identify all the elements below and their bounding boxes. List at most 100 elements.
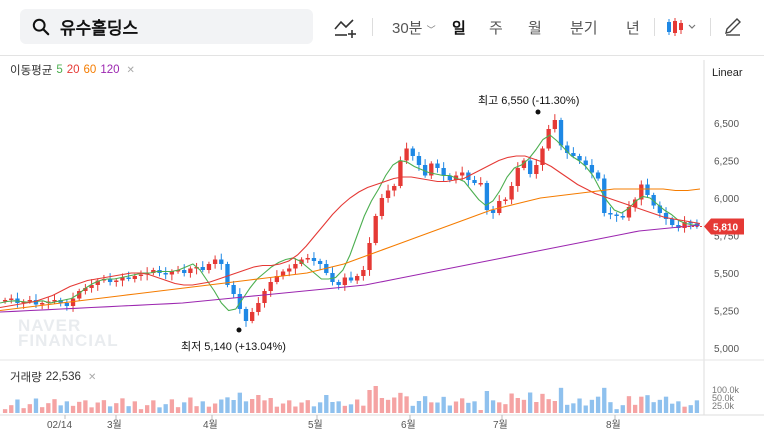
volume-bar: [453, 401, 459, 413]
volume-bar: [175, 407, 181, 413]
candle-body: [231, 285, 236, 294]
candle-body: [527, 160, 533, 174]
y-tick-label: 5,000: [714, 344, 739, 355]
volume-bar: [682, 406, 687, 413]
volume-bar: [27, 404, 32, 413]
candle-body: [571, 153, 576, 156]
volume-bar: [299, 402, 304, 413]
volume-bar: [280, 403, 286, 413]
current-price-label: 5,810: [713, 223, 738, 234]
volume-bar: [64, 401, 70, 413]
candle-body: [670, 219, 675, 225]
volume-bar: [268, 398, 273, 413]
volume-bar: [15, 399, 20, 413]
volume-bar: [435, 402, 440, 413]
volume-bar: [200, 401, 205, 413]
volume-bar: [324, 395, 329, 413]
candle-body: [534, 165, 539, 174]
volume-tick-label: 25.0k: [712, 401, 735, 411]
candle-body: [620, 216, 625, 218]
candle-body: [595, 172, 601, 179]
volume-bar: [256, 395, 261, 413]
volume-bar: [571, 403, 576, 413]
candle-body: [614, 214, 619, 216]
candle-body: [515, 168, 520, 186]
volume-bar: [95, 402, 100, 413]
volume-bar: [212, 403, 218, 413]
volume-bar: [342, 405, 347, 413]
volume-bar: [645, 395, 650, 413]
candle-body: [385, 190, 391, 198]
volume-bar: [422, 396, 428, 413]
volume-bar: [83, 400, 88, 413]
volume-bar: [552, 401, 558, 413]
candle-body: [317, 261, 323, 264]
volume-bar: [416, 401, 422, 413]
x-tick-label: 8월: [606, 419, 621, 431]
volume-bar: [385, 399, 391, 413]
volume-bar: [521, 399, 527, 413]
volume-bar: [460, 398, 465, 413]
candle-body: [373, 216, 378, 243]
volume-bar: [688, 405, 693, 413]
candle-body: [256, 303, 261, 312]
volume-bar: [558, 387, 564, 413]
volume-bar: [243, 401, 249, 413]
candle-body: [503, 199, 508, 201]
volume-bar: [367, 390, 372, 413]
volume-bar: [657, 399, 663, 413]
candle-body: [410, 148, 415, 156]
volume-bar: [274, 406, 280, 413]
volume-bar: [503, 404, 508, 413]
volume-bar: [670, 403, 675, 413]
price-chart[interactable]: 6,5006,2506,0005,7505,5005,2505,00002/14…: [0, 0, 764, 433]
candle-body: [416, 156, 422, 165]
volume-bar: [392, 397, 397, 413]
volume-bar: [478, 410, 483, 413]
volume-bar: [89, 407, 94, 413]
low-marker: [236, 327, 242, 333]
candle-body: [311, 258, 317, 261]
volume-bar: [614, 409, 619, 413]
volume-bar: [441, 396, 446, 413]
volume-bar: [490, 400, 496, 413]
candle-body: [206, 264, 212, 270]
y-tick-label: 5,250: [714, 307, 739, 318]
high-annotation: 최고 6,550 (-11.30%): [478, 94, 579, 107]
candle-body: [552, 120, 558, 129]
y-tick-label: 6,000: [714, 194, 739, 205]
volume-bar: [114, 403, 119, 413]
volume-bar: [534, 402, 539, 413]
y-tick-label: 6,250: [714, 157, 739, 168]
candle-body: [268, 282, 273, 291]
volume-bar: [70, 405, 76, 413]
candle-body: [589, 165, 595, 173]
volume-bar: [58, 405, 63, 413]
candle-body: [132, 276, 137, 279]
x-tick-label: 02/14: [47, 420, 72, 431]
candle-body: [64, 303, 70, 306]
candle-body: [200, 267, 205, 270]
volume-bar: [305, 400, 310, 413]
candle-body: [497, 201, 502, 213]
ma-line-120: [0, 224, 701, 313]
candle-body: [305, 258, 310, 260]
candle-body: [361, 270, 366, 276]
volume-bar: [287, 400, 292, 413]
volume-bar: [77, 401, 82, 413]
volume-bar: [144, 405, 150, 413]
candle-body: [287, 268, 292, 272]
volume-bar: [317, 402, 323, 413]
volume-bar: [608, 402, 613, 413]
volume-bar: [632, 404, 638, 413]
volume-bar: [182, 402, 187, 413]
volume-bar: [589, 399, 595, 413]
candle-body: [138, 274, 144, 276]
volume-bar: [466, 402, 471, 413]
candle-body: [293, 264, 298, 269]
candle-body: [583, 160, 588, 165]
volume-bar: [639, 396, 644, 413]
candle-body: [478, 183, 483, 185]
volume-bar: [336, 401, 341, 413]
volume-bar: [52, 399, 57, 413]
